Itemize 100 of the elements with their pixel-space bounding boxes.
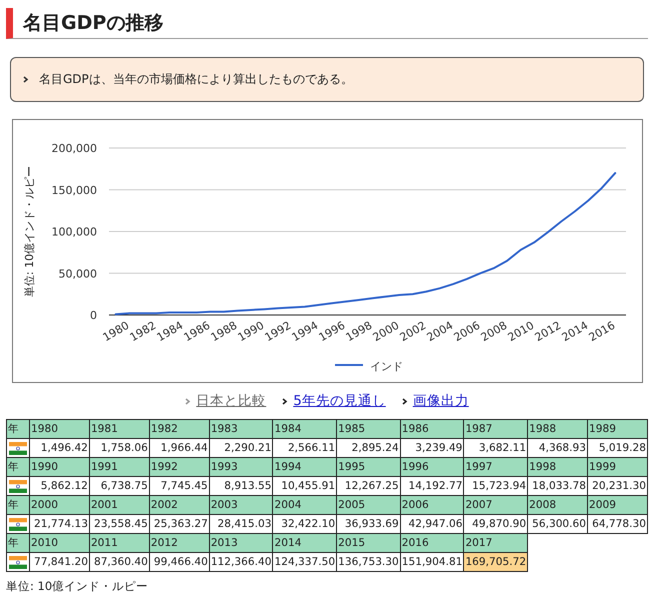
table-header-cell: 2000 [30, 496, 90, 514]
table-header-cell: 2001 [89, 496, 150, 514]
table-header-cell: 1993 [209, 458, 273, 476]
table-header-cell: 1994 [272, 458, 337, 476]
table-header-cell: 2011 [89, 534, 150, 552]
table-header-cell: 2009 [588, 496, 648, 514]
table-cell: 6,738.75 [89, 476, 150, 496]
y-axis-title: 単位: 10億インド・ルピー [23, 166, 36, 298]
table-cell: 25,363.27 [149, 514, 210, 534]
table-header-cell: 年 [6, 534, 30, 552]
table-header-cell: 1992 [149, 458, 210, 476]
table-header-cell: 2015 [336, 534, 400, 552]
flag-icon [9, 442, 27, 454]
table-cell: 15,723.94 [464, 476, 528, 496]
table-header-cell: 2017 [464, 534, 528, 552]
y-tick-label: 100,000 [52, 226, 97, 238]
link[interactable]: 日本と比較 [196, 392, 266, 410]
page-heading: 名目GDPの推移 [6, 8, 648, 39]
table-header-cell: 1991 [89, 458, 150, 476]
table-cell: 87,360.40 [89, 552, 150, 572]
table-cell: 23,558.45 [89, 514, 150, 534]
table-header-cell: 1981 [89, 420, 150, 438]
table-header-cell: 2013 [209, 534, 273, 552]
table-header-cell: 2012 [149, 534, 210, 552]
table-cell: 28,415.03 [209, 514, 273, 534]
table-header-cell: 2006 [400, 496, 464, 514]
flag-icon [9, 556, 27, 568]
table-header-cell: 1984 [272, 420, 337, 438]
table-cell: 5,019.28 [588, 438, 648, 458]
table-header-cell: 年 [6, 458, 30, 476]
table-header-cell: 2014 [272, 534, 337, 552]
table-header-cell: 1989 [588, 420, 648, 438]
table-cell: 4,368.93 [528, 438, 588, 458]
table-cell: 21,774.13 [30, 514, 90, 534]
table-header-cell: 2016 [400, 534, 464, 552]
table-cell: 64,778.30 [588, 514, 648, 534]
table-header-cell: 年 [6, 496, 30, 514]
table-cell: 18,033.78 [528, 476, 588, 496]
table-cell: 32,422.10 [272, 514, 337, 534]
flag-icon [9, 518, 27, 530]
y-tick-label: 200,000 [52, 142, 97, 155]
table-header-cell: 2008 [528, 496, 588, 514]
unit-note: 単位: 10億インド・ルピー [6, 579, 150, 594]
table-header-cell: 1980 [30, 420, 90, 438]
table-cell: 56,300.60 [528, 514, 588, 534]
y-tick-label: 150,000 [52, 184, 97, 197]
table-header-cell: 年 [6, 420, 30, 438]
link[interactable]: 5年先の見通し [293, 392, 386, 410]
table-header-cell: 2010 [30, 534, 90, 552]
table-cell: 3,682.11 [464, 438, 528, 458]
table-header-cell: 1997 [464, 458, 528, 476]
table-cell: 151,904.81 [400, 552, 464, 572]
table-cell: 3,239.49 [400, 438, 464, 458]
table-header-cell: 1982 [149, 420, 210, 438]
table-header-cell: 1987 [464, 420, 528, 438]
table-cell: 42,947.06 [400, 514, 464, 534]
table-cell: 2,566.11 [272, 438, 337, 458]
table-header-cell: 1998 [528, 458, 588, 476]
link[interactable]: 画像出力 [412, 392, 469, 410]
table-header-cell: 1985 [336, 420, 400, 438]
table-cell: 1,966.44 [149, 438, 210, 458]
table-cell: 36,933.69 [336, 514, 400, 534]
bullet-icon [282, 398, 288, 404]
table-cell: 112,366.40 [209, 552, 273, 572]
table-cell: 49,870.90 [464, 514, 528, 534]
table-header-cell: 1999 [588, 458, 648, 476]
table-cell: 2,290.21 [209, 438, 273, 458]
table-header-cell: 2003 [209, 496, 273, 514]
table-cell: 20,231.30 [588, 476, 648, 496]
table-header-cell: 2004 [272, 496, 337, 514]
y-tick-label: 0 [90, 309, 97, 322]
legend-label: インド [370, 360, 403, 373]
table-cell: 136,753.30 [336, 552, 400, 572]
table-header-cell: 1988 [528, 420, 588, 438]
table-header-cell: 1983 [209, 420, 273, 438]
flag-icon [9, 480, 27, 492]
table-cell: 169,705.72 [464, 552, 528, 572]
table-cell: 1,496.42 [30, 438, 90, 458]
table-cell: 7,745.45 [149, 476, 210, 496]
y-tick-label: 50,000 [58, 267, 97, 280]
table-header-cell: 1990 [30, 458, 90, 476]
table-cell: 77,841.20 [30, 552, 90, 572]
table-header-cell: 1986 [400, 420, 464, 438]
table-header-cell: 1996 [400, 458, 464, 476]
bullet-icon [402, 398, 408, 404]
table-cell: 14,192.77 [400, 476, 464, 496]
table-cell: 2,895.24 [336, 438, 400, 458]
table-cell: 5,862.12 [30, 476, 90, 496]
table-header-cell: 2002 [149, 496, 210, 514]
table-header-cell: 1995 [336, 458, 400, 476]
table-header-cell: 2005 [336, 496, 400, 514]
table-cell: 8,913.55 [209, 476, 273, 496]
note-text: 名目GDPは、当年の市場価格により算出したものである。 [39, 71, 353, 88]
table-cell: 12,267.25 [336, 476, 400, 496]
table-cell: 124,337.50 [272, 552, 337, 572]
table-cell: 99,466.40 [149, 552, 210, 572]
table-cell: 10,455.91 [272, 476, 337, 496]
bullet-icon [185, 398, 192, 404]
table-header-cell: 2007 [464, 496, 528, 514]
bullet-icon [23, 76, 29, 83]
